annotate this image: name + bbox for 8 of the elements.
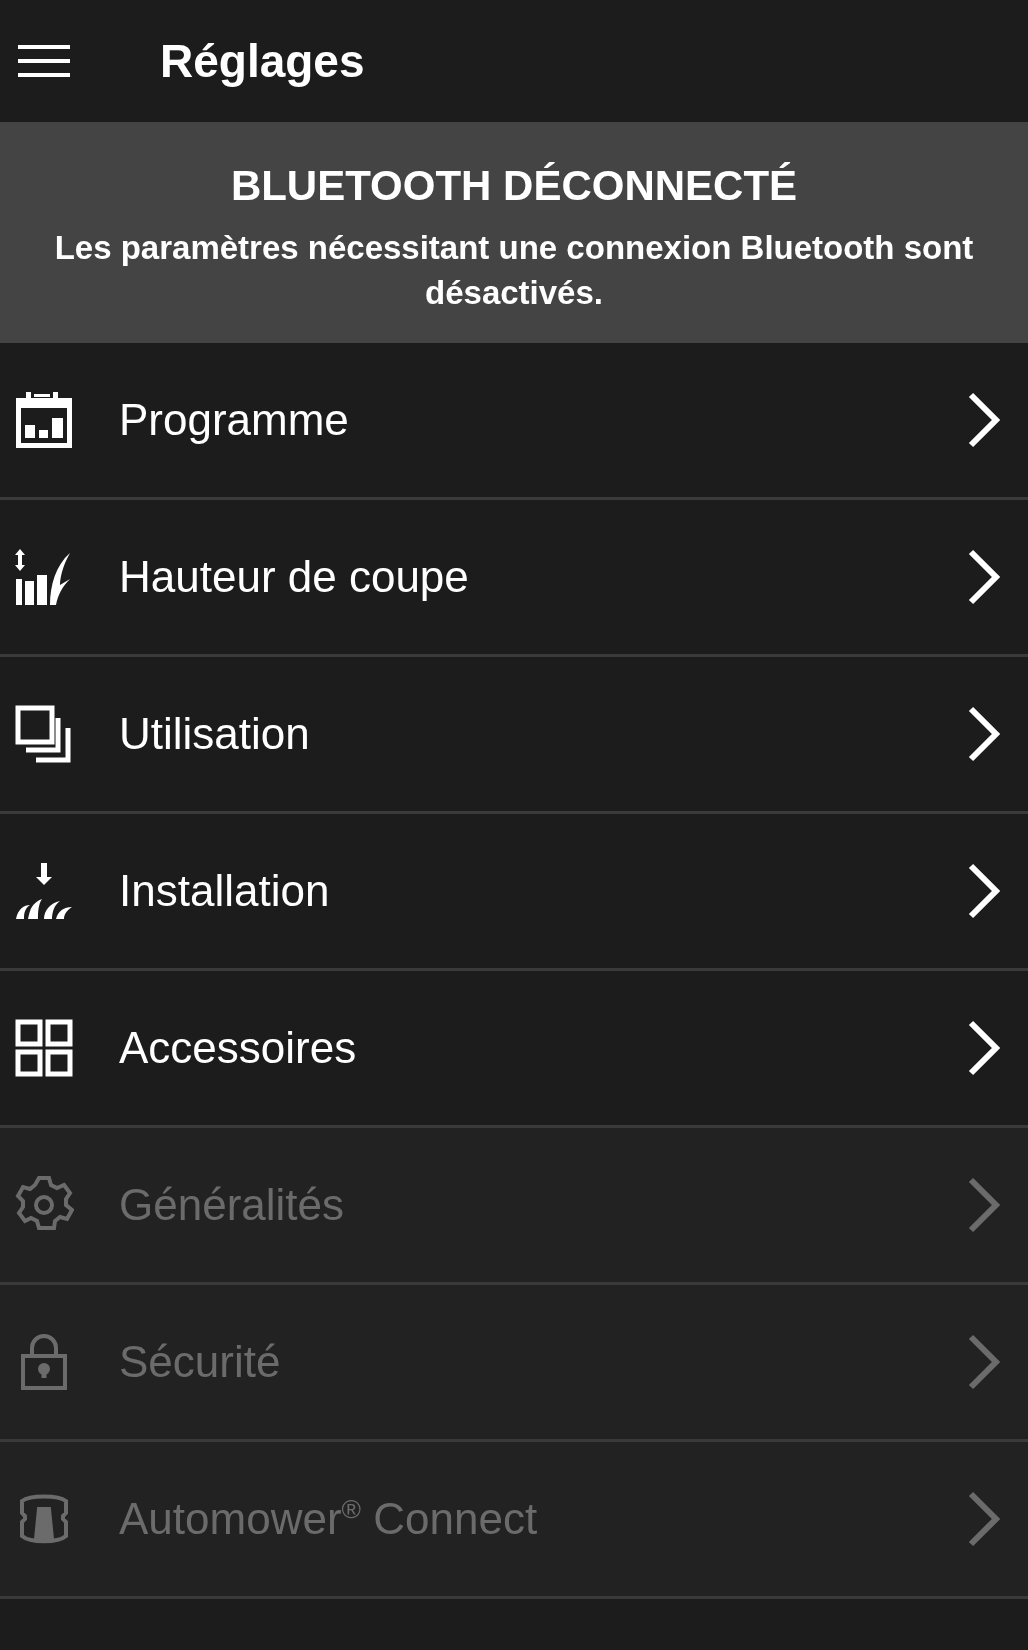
- grid-icon: [14, 1018, 74, 1079]
- banner-message: Les paramètres nécessitant une connexion Bluetooth sont désactivés.: [53, 228, 975, 313]
- calendar-chart-icon: [14, 390, 74, 451]
- menu-icon[interactable]: [18, 43, 70, 79]
- banner-title: BLUETOOTH DÉCONNECTÉ: [230, 162, 798, 210]
- page-title: Réglages: [160, 34, 365, 88]
- grass-arrow-icon: [14, 861, 74, 922]
- stacked-squares-icon: [14, 704, 74, 765]
